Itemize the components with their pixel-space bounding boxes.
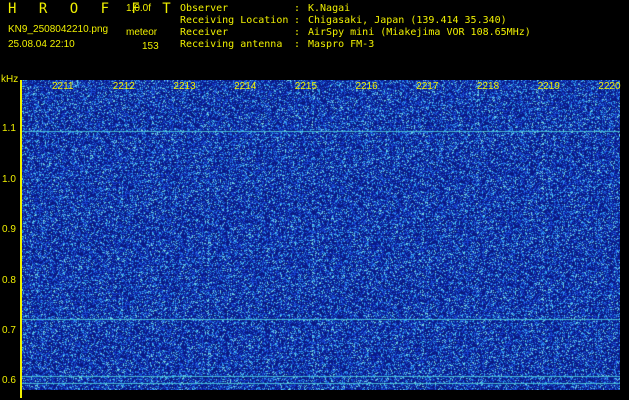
time-tick-label: 2215: [294, 81, 318, 92]
time-tick-label: 2214: [234, 81, 257, 92]
meta-row-observer: Observer: K.Nagai: [180, 3, 350, 15]
app-title: H R O F F T: [8, 1, 178, 17]
freq-tick-label: 1.0: [2, 173, 16, 185]
meta-sep: :: [294, 39, 301, 50]
spectrogram-canvas: [22, 80, 620, 390]
frequency-unit-label: kHz: [1, 74, 19, 85]
meta-key: Observer: [180, 3, 229, 14]
time-tick-label: 2220: [598, 81, 621, 92]
meta-sep: :: [294, 15, 301, 26]
frequency-axis-ruler: [20, 80, 22, 398]
meta-row-receiver: Receiver: AirSpy mini (Miakejima VOR 108.…: [180, 27, 531, 39]
freq-tick-label: 1.1: [2, 123, 16, 135]
time-tick-label: 2213: [173, 81, 196, 92]
time-tick-label: 2211: [52, 81, 74, 92]
filename-label: KN9_2508042210.png: [8, 24, 109, 35]
meta-sep: :: [294, 27, 301, 38]
meta-row-antenna: Receiving antenna: Maspro FM-3: [180, 39, 374, 51]
meta-value: AirSpy mini (Miakejima VOR 108.65MHz): [308, 27, 531, 38]
freq-tick-label: 0.9: [2, 224, 16, 236]
version-label: 1.0.0f: [126, 3, 152, 14]
meta-key: Receiver: [180, 27, 229, 38]
time-tick-label: 2217: [416, 81, 439, 92]
freq-tick-label: 0.7: [2, 325, 16, 337]
detection-count: 153: [142, 41, 159, 52]
meta-value: Chigasaki, Japan (139.414 35.340): [308, 15, 507, 26]
time-tick-label: 2219: [537, 81, 560, 92]
meta-key: Receiving Location: [180, 15, 289, 26]
meta-sep: :: [294, 3, 301, 14]
freq-tick-label: 0.6: [2, 375, 16, 387]
time-tick-label: 2216: [355, 81, 378, 92]
meta-key: Receiving antenna: [180, 39, 283, 50]
datetime-label: 25.08.04 22:10: [8, 39, 75, 50]
meta-value: K.Nagai: [308, 3, 351, 14]
meta-value: Maspro FM-3: [308, 39, 375, 50]
meta-row-location: Receiving Location: Chigasaki, Japan (139…: [180, 15, 507, 27]
mode-label: meteor: [126, 27, 158, 38]
time-tick-label: 2218: [476, 81, 500, 92]
freq-tick-label: 0.8: [2, 274, 16, 286]
time-tick-label: 2212: [112, 81, 135, 92]
